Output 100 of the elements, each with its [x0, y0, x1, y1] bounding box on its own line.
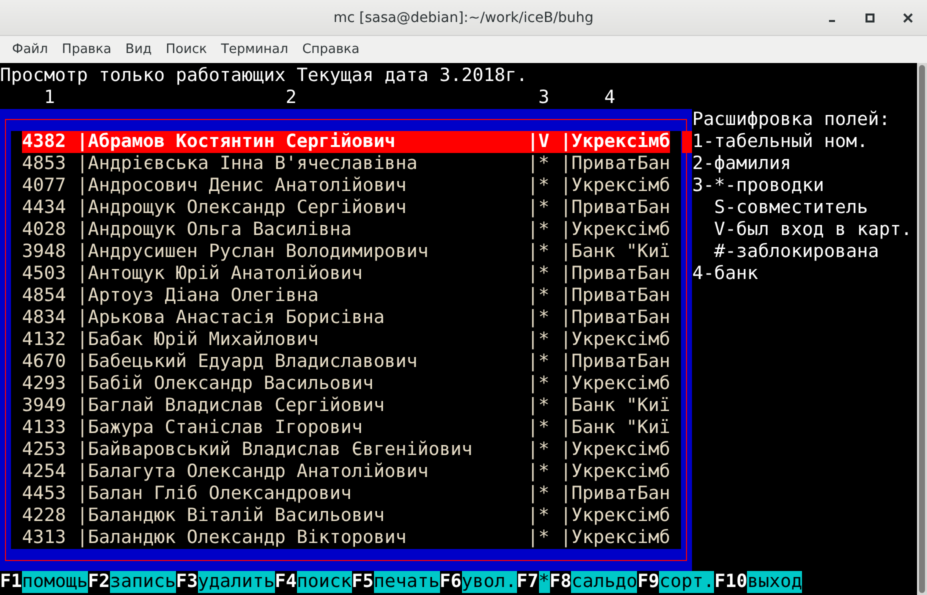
- function-key[interactable]: *: [538, 571, 550, 593]
- list-row[interactable]: 4132 |Бабак Юрій Михайлович |* |Укрексімб: [22, 329, 670, 351]
- employee-name: |Баландюк Олександр Вікторович: [76, 527, 408, 549]
- function-key[interactable]: поиск: [296, 571, 352, 593]
- employee-number: 4382: [22, 131, 67, 153]
- list-row[interactable]: 4854 |Артоуз Діана Олегівна |* |ПриватБан: [22, 285, 670, 307]
- bank-name: |Банк "Киї: [560, 417, 670, 439]
- function-key[interactable]: удалить: [198, 571, 275, 593]
- key-number: F8: [550, 571, 572, 593]
- employee-number: 4834: [22, 307, 67, 329]
- key-number: F3: [176, 571, 198, 593]
- key-number: F2: [88, 571, 110, 593]
- function-key[interactable]: увол.: [462, 571, 517, 593]
- employee-number: 4670: [22, 351, 67, 373]
- flag-text: |*: [527, 373, 550, 395]
- legend-item: 4-банк: [692, 263, 760, 285]
- menu-item[interactable]: Терминал: [216, 42, 294, 57]
- employee-name: |Баглай Владислав Сергійович: [76, 395, 386, 417]
- employee-name: |Андрусишен Руслан Володимирович: [76, 241, 430, 263]
- bank-name: |Укрексімб: [560, 439, 670, 461]
- employee-name: |Андрощук Олександр Сергійович: [76, 197, 408, 219]
- employee-name: |Андрощук Ольга Василівна: [76, 219, 353, 241]
- flag-text: |*: [527, 219, 550, 241]
- flag-text: |*: [527, 241, 550, 263]
- employee-number: 4853: [22, 153, 67, 175]
- key-number: F10: [714, 571, 748, 593]
- function-key[interactable]: помощь: [22, 571, 88, 593]
- list-row[interactable]: 4228 |Баландюк Віталій Васильович |* |Укрексімб: [22, 505, 670, 527]
- employee-name: |Бажура Станіслав Ігорович: [76, 417, 364, 439]
- bank-name: |Укрексімб: [560, 373, 670, 395]
- employee-name: |Бабецький Едуард Владиславович: [76, 351, 419, 373]
- employee-number: 4453: [22, 483, 67, 505]
- bank-name: |ПриватБан: [560, 483, 670, 505]
- legend-item: S-совместитель: [713, 197, 869, 219]
- employee-number: 4854: [22, 285, 67, 307]
- list-row[interactable]: 4313 |Баландюк Олександр Вікторович |* |Укрексімб: [22, 527, 670, 549]
- menu-item[interactable]: Поиск: [162, 42, 213, 57]
- flag-text: |*: [527, 439, 550, 461]
- menu-item[interactable]: Правка: [58, 42, 118, 57]
- legend-item: 3-*-проводки: [692, 175, 826, 197]
- employee-number: 4253: [22, 439, 67, 461]
- column-number: 2: [286, 87, 298, 109]
- list-row[interactable]: 4077 |Андросович Денис Анатолійович |* |Укрексімб: [22, 175, 670, 197]
- list-row[interactable]: 4133 |Бажура Станіслав Ігорович |* |Банк "Киї: [22, 417, 670, 439]
- bank-name: |ПриватБан: [560, 351, 670, 373]
- list-row[interactable]: 4670 |Бабецький Едуард Владиславович |* |ПриватБан: [22, 351, 670, 373]
- flag-text: |*: [527, 395, 550, 417]
- key-number: F6: [440, 571, 462, 593]
- bank-name: |Укрексімб: [560, 505, 670, 527]
- bank-name: |Укрексімб: [560, 527, 670, 549]
- legend-title: Расшифровка полей:: [692, 109, 891, 131]
- employee-number: 4133: [22, 417, 67, 439]
- list-row[interactable]: 4834 |Арькова Анастасія Борисівна |* |ПриватБан: [22, 307, 670, 329]
- list-row[interactable]: 4293 |Бабій Олександр Васильович |* |Укрексімб: [22, 373, 670, 395]
- flag-text: |*: [527, 505, 550, 527]
- list-row[interactable]: 4253 |Байваровський Владислав Євгенійович |* |Укрексімб: [22, 439, 670, 461]
- list-row[interactable]: 4254 |Балагута Олександр Анатолійович |* |Укрексімб: [22, 461, 670, 483]
- legend-item: #-заблокирована: [713, 241, 880, 263]
- list-row[interactable]: 4503 |Антощук Юрій Анатолійович |* |ПриватБан: [22, 263, 670, 285]
- function-key[interactable]: запись: [110, 571, 176, 593]
- bank-name: |ПриватБан: [560, 197, 670, 219]
- flag-text: |V: [527, 131, 550, 153]
- employee-number: 4028: [22, 219, 67, 241]
- flag-text: |*: [527, 153, 550, 175]
- bank-name: |ПриватБан: [560, 307, 670, 329]
- flag-text: |*: [527, 329, 550, 351]
- function-key[interactable]: сальдо: [571, 571, 638, 593]
- flag-text: |*: [527, 461, 550, 483]
- function-key[interactable]: выход: [747, 571, 802, 593]
- menu-item[interactable]: Файл: [8, 42, 54, 57]
- menu-item[interactable]: Справка: [298, 42, 366, 57]
- list-row[interactable]: 4028 |Андрощук Ольга Василівна |* |Укрексімб: [22, 219, 670, 241]
- maximize-icon[interactable]: [865, 13, 875, 23]
- list-row[interactable]: 4382 |Абрамов Костянтин Сергійович |V |Укрексімб: [22, 131, 670, 153]
- close-icon[interactable]: [903, 13, 913, 23]
- flag-text: |*: [527, 285, 550, 307]
- bank-name: |ПриватБан: [560, 285, 670, 307]
- employee-number: 4254: [22, 461, 67, 483]
- function-key[interactable]: печать: [374, 571, 440, 593]
- list-row[interactable]: 4434 |Андрощук Олександр Сергійович |* |ПриватБан: [22, 197, 670, 219]
- function-key[interactable]: сорт.: [659, 571, 714, 593]
- list-row[interactable]: 3948 |Андрусишен Руслан Володимирович |* |Банк "Киї: [22, 241, 670, 263]
- employee-name: |Андросович Денис Анатолійович: [76, 175, 408, 197]
- bank-name: |Банк "Киї: [560, 395, 670, 417]
- flag-text: |*: [527, 263, 550, 285]
- list-row[interactable]: 3949 |Баглай Владислав Сергійович |* |Банк "Киї: [22, 395, 670, 417]
- employee-name: |Бабій Олександр Васильович: [76, 373, 375, 395]
- employee-number: 4313: [22, 527, 67, 549]
- list-row[interactable]: 4853 |Андрієвська Інна В'ячеславівна |* |ПриватБан: [22, 153, 670, 175]
- employee-number: 4228: [22, 505, 67, 527]
- bank-name: |ПриватБан: [560, 153, 670, 175]
- employee-number: 4132: [22, 329, 67, 351]
- menu-item[interactable]: Вид: [121, 42, 158, 57]
- bank-name: |Укрексімб: [560, 131, 670, 153]
- flag-text: |*: [527, 175, 550, 197]
- list-row[interactable]: 4453 |Балан Гліб Олександрович |* |ПриватБан: [22, 483, 670, 505]
- employee-name: |Баландюк Віталій Васильович: [76, 505, 386, 527]
- bank-name: |Банк "Киї: [560, 241, 670, 263]
- key-number: F1: [0, 571, 22, 593]
- employee-number: 3948: [22, 241, 67, 263]
